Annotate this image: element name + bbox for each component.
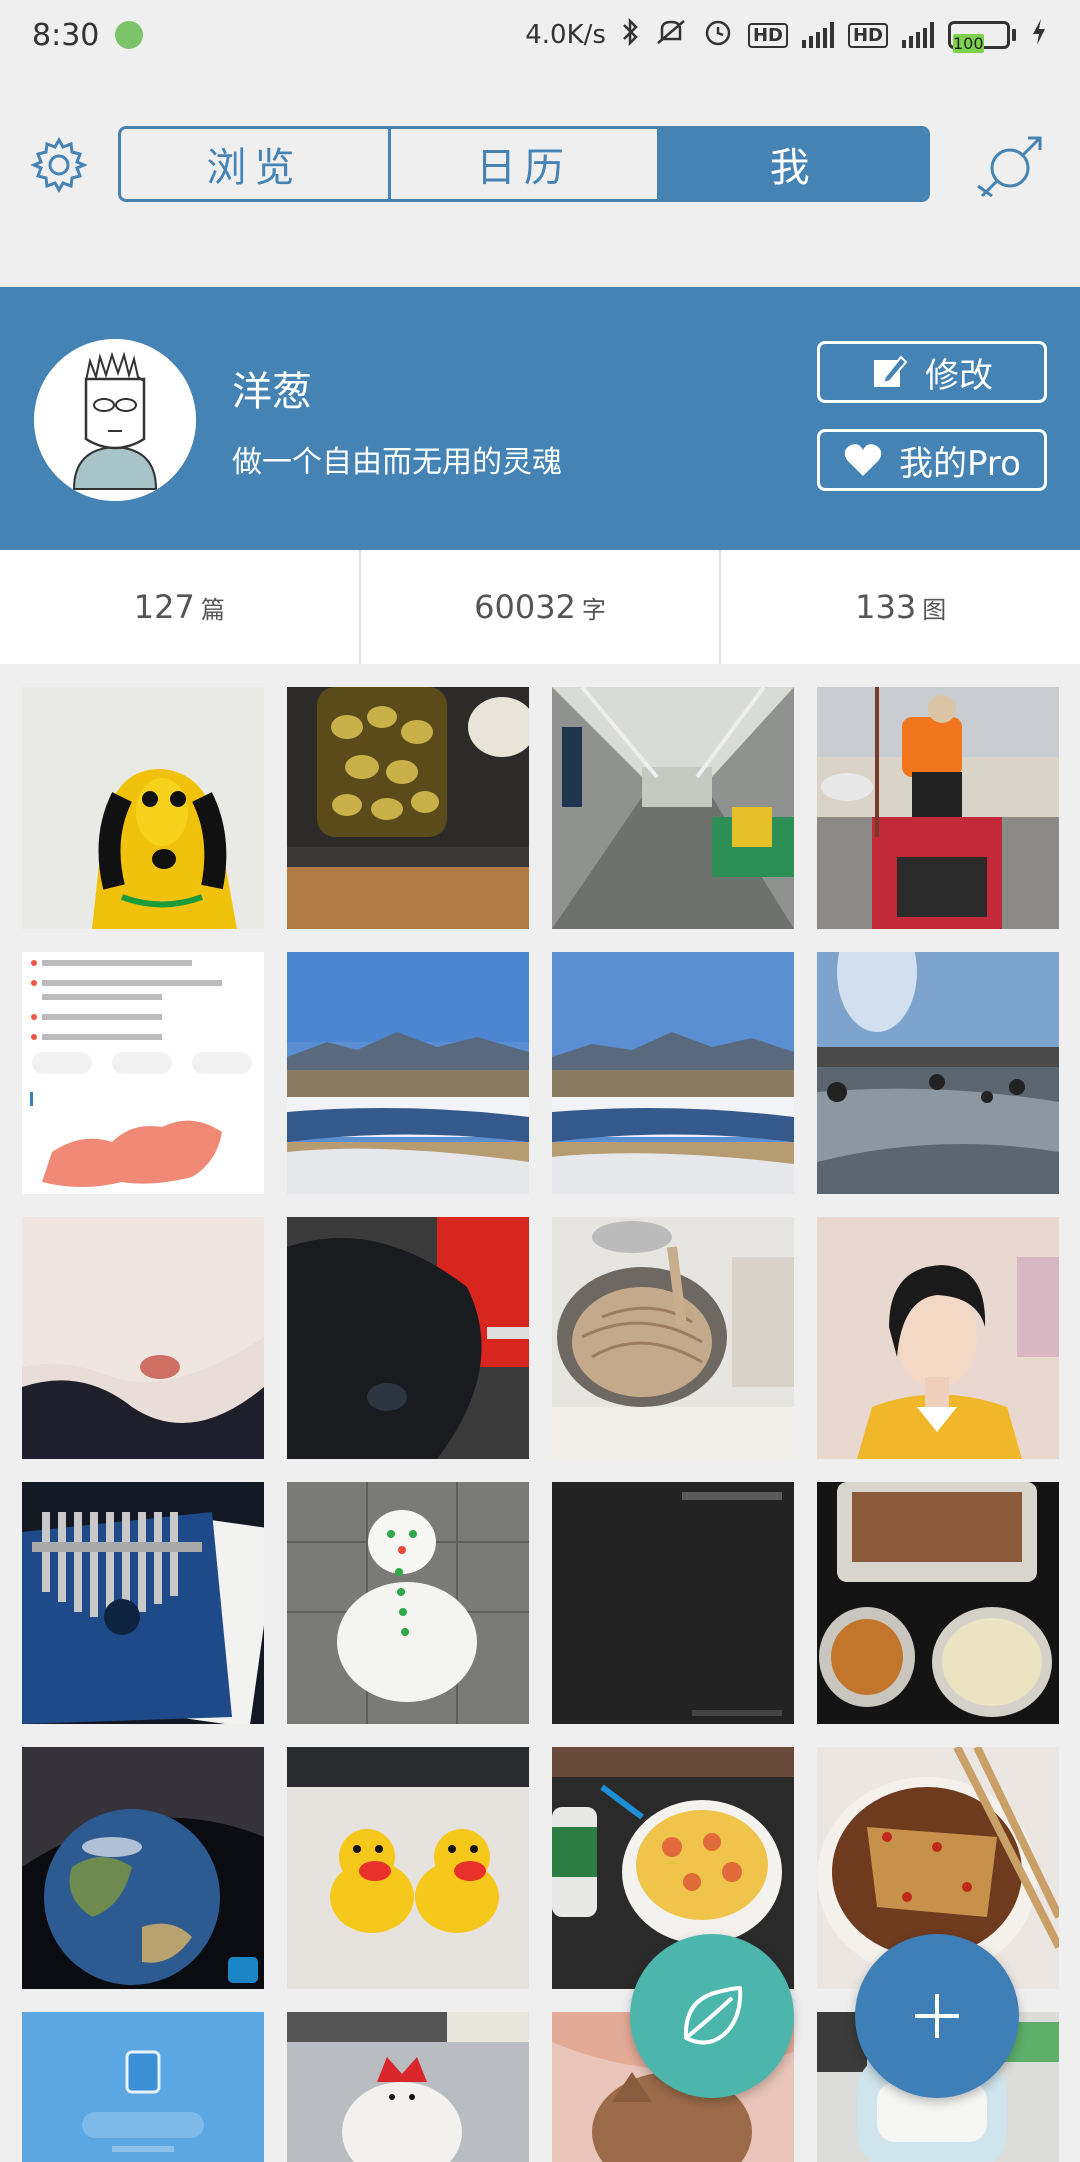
photo-mountains-river-2[interactable] [552,952,794,1194]
photo-mountains-river-1[interactable] [287,952,529,1194]
stat-entries-value: 127 [133,588,195,626]
edit-label: 修改 [925,355,993,396]
photo-skin-closeup[interactable] [22,1217,264,1459]
stat-words-value: 60032 [474,588,576,626]
photo-food-containers[interactable] [817,1482,1059,1724]
photo-person-sitting-outdoors[interactable] [817,687,1059,929]
tab-calendar[interactable]: 日历 [387,129,658,199]
photo-noodles-pot[interactable] [552,1217,794,1459]
mute-icon [654,17,688,54]
stat-words-unit: 字 [581,595,606,624]
alarm-icon [702,16,734,55]
stat-images-unit: 图 [922,595,947,624]
gender-symbol-icon [977,136,1042,198]
username: 洋葱 [232,369,312,415]
stat-images-value: 133 [855,588,917,626]
avatar[interactable] [34,339,196,501]
photo-snowman[interactable] [287,1482,529,1724]
heart-icon [844,444,882,476]
battery-level: 100 [953,34,984,53]
photo-kalimba[interactable] [22,1482,264,1724]
bluetooth-icon [620,17,640,54]
status-bar: 8:30 4.0K/s HD HD 100 [0,0,1080,70]
photo-woman-portrait[interactable] [817,1217,1059,1459]
my-pro-button[interactable]: 我的Pro [817,429,1047,491]
gender-button[interactable] [968,130,1048,200]
photo-dark-object[interactable] [287,1217,529,1459]
main-tabs: 浏览 日历 我 [118,126,930,202]
hd-badge-1: HD [747,22,788,48]
top-nav: 浏览 日历 我 [0,120,1080,210]
edit-profile-button[interactable]: 修改 [817,341,1047,403]
stat-entries[interactable]: 127 篇 [0,550,359,664]
battery-icon: 100 [948,21,1016,53]
tab-browse[interactable]: 浏览 [121,129,388,199]
profile-header: 洋葱 做一个自由而无用的灵魂 修改 我的Pro [0,287,1080,550]
photo-pickled-garlic-jar[interactable] [287,687,529,929]
stat-words[interactable]: 60032 字 [358,550,720,664]
stats-bar: 127 篇 60032 字 133 图 [0,550,1080,664]
stat-entries-unit: 篇 [200,595,225,624]
stat-images[interactable]: 133 图 [719,550,1080,664]
photo-yellow-costume[interactable] [22,687,264,929]
hd-badge-2: HD [847,22,888,48]
status-time: 8:30 [32,17,100,53]
settings-button[interactable] [30,136,88,194]
user-motto: 做一个自由而无用的灵魂 [232,445,562,480]
photo-subway-car[interactable] [552,687,794,929]
tab-me[interactable]: 我 [657,129,927,199]
photo-epidemic-map-screenshot[interactable] [22,952,264,1194]
signal-icon-1 [801,22,834,48]
photo-earth-space[interactable] [22,1747,264,1989]
gear-icon [30,136,88,194]
plus-icon [915,1994,959,2038]
signal-icon-2 [902,22,934,48]
app-notification-icon [115,21,144,49]
photo-dark-screen[interactable] [552,1482,794,1724]
network-speed: 4.0K/s [525,20,606,50]
photo-rubber-ducks[interactable] [287,1747,529,1989]
photo-snow-sculpture[interactable] [287,2012,529,2162]
edit-icon [874,355,908,387]
charging-icon [1030,17,1048,54]
pro-label: 我的Pro [899,443,1021,484]
leaf-button[interactable] [630,1934,794,2098]
leaf-icon [683,1986,743,2045]
photo-frozen-lake[interactable] [817,952,1059,1194]
add-entry-button[interactable] [855,1934,1019,2098]
photo-app-screenshot[interactable] [22,2012,264,2162]
